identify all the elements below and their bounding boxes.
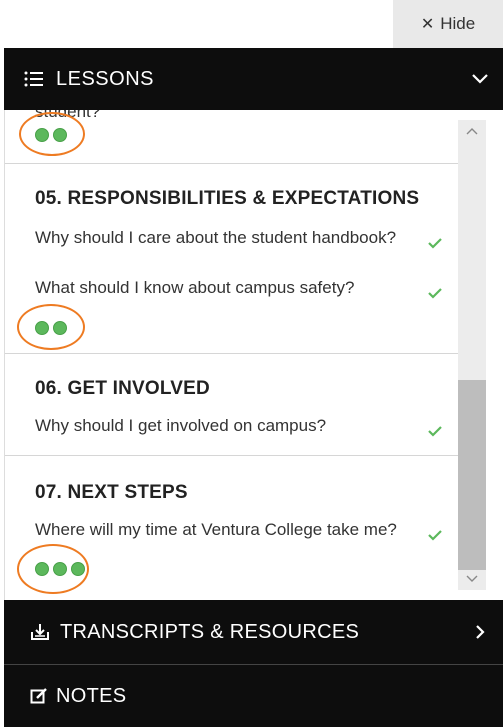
lesson-item[interactable]: Why should I get involved on campus? (35, 416, 455, 437)
chevron-down-icon (466, 575, 478, 582)
chevron-right-icon (476, 625, 485, 639)
lessons-accordion-header[interactable]: LESSONS (4, 48, 503, 110)
lessons-list: student? 05. RESPONSIBILITIES & EXPECTAT… (4, 110, 503, 600)
lesson-text: student? (35, 110, 101, 121)
check-icon (428, 238, 442, 249)
edit-note-icon (30, 688, 47, 704)
chevron-up-icon (466, 128, 478, 135)
list-icon (24, 71, 43, 87)
notes-label: NOTES (56, 684, 127, 707)
scroll-down-arrow[interactable] (458, 568, 486, 590)
section-06: 06. GET INVOLVED Why should I get involv… (5, 354, 459, 456)
check-icon (428, 426, 442, 437)
notes-header[interactable]: NOTES (4, 665, 503, 727)
lessons-panel: ✕ Hide LESSONS student? 05. RESPONSIBILI… (0, 0, 503, 727)
section-title: 07. NEXT STEPS (35, 482, 188, 503)
progress-dot (35, 128, 49, 142)
scroll-up-arrow[interactable] (458, 120, 486, 142)
progress-dot (35, 321, 49, 335)
section-05: 05. RESPONSIBILITIES & EXPECTATIONS Why … (5, 164, 459, 354)
section-title: 05. RESPONSIBILITIES & EXPECTATIONS (35, 188, 420, 209)
transcripts-label: TRANSCRIPTS & RESOURCES (60, 620, 360, 643)
lesson-item[interactable]: Why should I care about the student hand… (35, 228, 455, 249)
check-icon (428, 288, 442, 299)
chevron-down-icon (472, 74, 488, 84)
progress-dot (53, 128, 67, 142)
section-07: 07. NEXT STEPS Where will my time at Ven… (5, 456, 459, 600)
progress-dots (35, 562, 85, 576)
lesson-item[interactable]: Where will my time at Ventura College ta… (35, 520, 455, 541)
check-icon (428, 530, 442, 541)
lesson-text: Why should I get involved on campus? (35, 416, 327, 435)
hide-bar: ✕ Hide (0, 0, 503, 48)
transcripts-resources-header[interactable]: TRANSCRIPTS & RESOURCES (4, 600, 503, 664)
lesson-text: Where will my time at Ventura College ta… (35, 520, 397, 539)
progress-dots (35, 321, 67, 335)
progress-dots (35, 128, 67, 142)
scroll-thumb[interactable] (458, 380, 486, 570)
progress-dot (53, 321, 67, 335)
download-tray-icon (31, 624, 49, 640)
lessons-scrollbar[interactable] (458, 120, 486, 590)
progress-dot (35, 562, 49, 576)
lesson-text: Why should I care about the student hand… (35, 228, 397, 247)
hide-button[interactable]: ✕ Hide (393, 0, 503, 48)
progress-dot (71, 562, 85, 576)
progress-dot (53, 562, 67, 576)
hide-label: Hide (440, 14, 476, 33)
section-title: 06. GET INVOLVED (35, 378, 210, 399)
lessons-scroll-content: student? 05. RESPONSIBILITIES & EXPECTAT… (5, 110, 459, 600)
lesson-item[interactable]: What should I know about campus safety? (35, 278, 455, 299)
previous-lesson-fragment[interactable]: student? (5, 110, 459, 164)
lessons-label: LESSONS (56, 67, 154, 90)
close-icon: ✕ (420, 16, 435, 33)
lesson-text: What should I know about campus safety? (35, 278, 355, 297)
